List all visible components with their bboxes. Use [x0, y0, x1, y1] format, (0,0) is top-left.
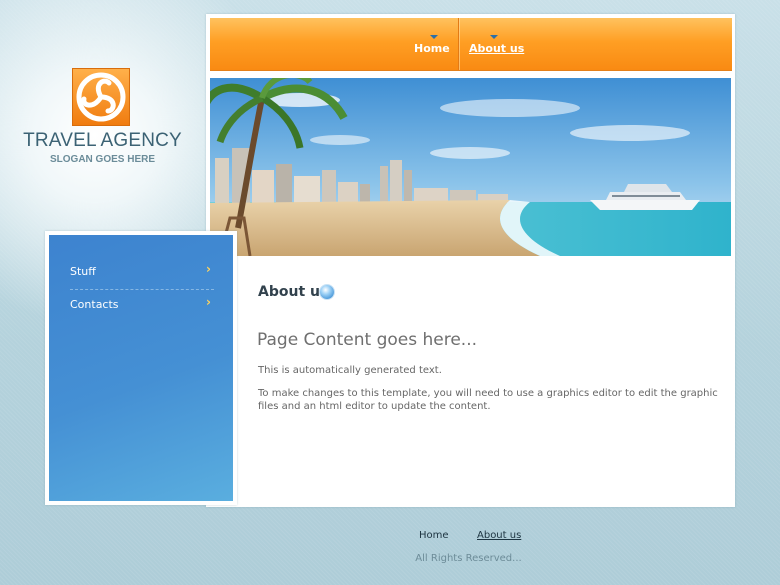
chevron-right-icon: › [206, 262, 211, 276]
nav-home-link[interactable]: Home [413, 18, 457, 70]
sidebar-item-label: Stuff [70, 265, 96, 278]
logo-icon[interactable] [72, 68, 130, 126]
nav-arrow-icon [490, 35, 498, 39]
nav-divider [458, 18, 459, 70]
page-title: About us [258, 284, 329, 300]
sidebar-item-stuff[interactable]: Stuff › [70, 257, 214, 289]
site-title: TRAVEL AGENCY [23, 130, 182, 151]
sidebar-panel: Stuff › Contacts › [49, 235, 233, 501]
nav-arrow-icon [430, 35, 438, 39]
footer-about-us-link[interactable]: About us [477, 530, 521, 541]
sidebar: Stuff › Contacts › [45, 231, 237, 505]
globe-bullet-icon [320, 285, 334, 299]
copyright-text: All Rights Reserved... [415, 553, 522, 564]
nav-about-us-link[interactable]: About us [468, 18, 524, 70]
sidebar-item-label: Contacts [70, 298, 119, 311]
content-paragraph: To make changes to this template, you wi… [258, 388, 718, 412]
sidebar-item-contacts[interactable]: Contacts › [70, 290, 214, 322]
chevron-right-icon: › [206, 295, 211, 309]
site-slogan: SLOGAN GOES HERE [49, 154, 155, 165]
top-navigation: Home About us [210, 18, 732, 71]
content-heading: Page Content goes here... [257, 330, 478, 350]
footer-home-link[interactable]: Home [419, 530, 449, 541]
content-paragraph: This is automatically generated text. [258, 365, 442, 376]
banner-beach-image [210, 78, 731, 256]
